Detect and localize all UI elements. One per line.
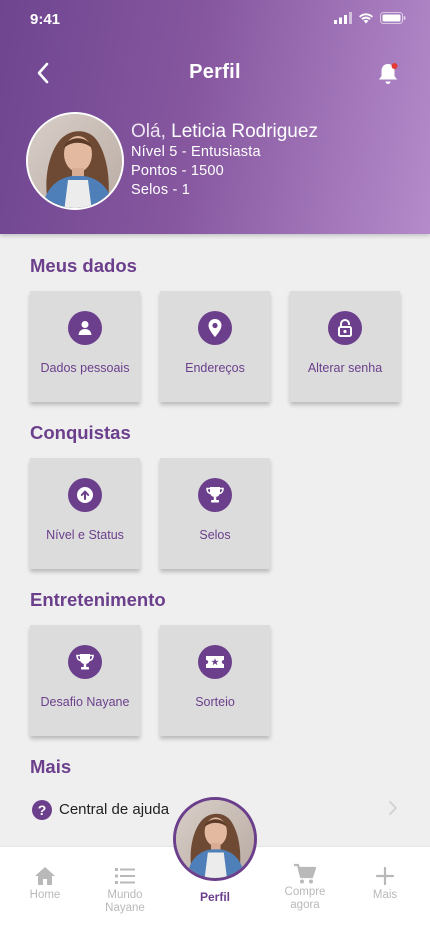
avatar-photo xyxy=(28,114,122,208)
card-label: Nível e Status xyxy=(46,528,124,542)
card-label: Selos xyxy=(199,528,231,542)
profile-avatar[interactable] xyxy=(26,112,124,210)
cart-icon xyxy=(294,863,317,884)
lock-icon xyxy=(328,311,362,345)
card-desafio-nayane[interactable]: Desafio Nayane xyxy=(30,625,140,736)
battery-icon xyxy=(380,12,406,24)
tab-mundo-label-2: Nayane xyxy=(105,902,145,914)
trophy-icon xyxy=(68,645,102,679)
greeting: Olá, Leticia Rodriguez xyxy=(131,121,318,143)
arrow-up-icon xyxy=(68,478,102,512)
tab-compre-label-1: Compre xyxy=(284,886,326,898)
user-points: Pontos - 1500 xyxy=(131,163,224,179)
bell-icon xyxy=(379,63,398,84)
notifications-button[interactable] xyxy=(376,61,400,87)
person-icon xyxy=(68,311,102,345)
home-icon xyxy=(35,867,55,885)
tab-mundo-label-1: Mundo xyxy=(107,889,143,901)
tab-mundo-nayane[interactable]: Mundo Nayane xyxy=(82,847,168,932)
tab-home-label: Home xyxy=(29,889,61,901)
signal-icon xyxy=(334,12,352,24)
tab-perfil-label: Perfil xyxy=(199,890,230,904)
tab-mais[interactable]: Mais xyxy=(342,847,428,932)
page-title: Perfil xyxy=(189,61,241,83)
status-icons xyxy=(334,12,406,24)
section-title-conquistas: Conquistas xyxy=(30,422,131,443)
card-selos[interactable]: Selos xyxy=(160,458,270,569)
trophy-icon xyxy=(198,478,232,512)
status-time: 9:41 xyxy=(30,11,61,28)
greeting-prefix: Olá, xyxy=(131,121,166,142)
ticket-icon xyxy=(198,645,232,679)
card-label: Desafio Nayane xyxy=(40,695,130,709)
location-pin-icon xyxy=(198,311,232,345)
card-label: Alterar senha xyxy=(307,361,383,375)
card-sorteio[interactable]: Sorteio xyxy=(160,625,270,736)
status-bar: 9:41 xyxy=(0,0,430,40)
user-level: Nível 5 - Entusiasta xyxy=(131,144,261,160)
user-seals: Selos - 1 xyxy=(131,182,191,198)
wifi-icon xyxy=(359,13,373,24)
plus-icon xyxy=(375,866,395,886)
help-center-label: Central de ajuda xyxy=(59,801,170,818)
tab-compre-agora[interactable]: Compre agora xyxy=(262,847,348,932)
chevron-right-icon xyxy=(388,800,398,821)
card-label: Sorteio xyxy=(195,695,235,709)
tab-perfil[interactable] xyxy=(173,797,257,881)
section-title-mais: Mais xyxy=(30,756,72,777)
avatar-photo xyxy=(176,800,254,878)
section-title-entretenimento: Entretenimento xyxy=(30,589,166,610)
user-name: Leticia Rodriguez xyxy=(171,121,318,142)
card-dados-pessoais[interactable]: Dados pessoais xyxy=(30,291,140,402)
question-icon: ? xyxy=(32,800,52,820)
card-label: Dados pessoais xyxy=(40,361,130,375)
tab-home[interactable]: Home xyxy=(2,847,88,932)
tab-compre-label-2: agora xyxy=(290,899,320,911)
profile-header: 9:41 Perfil Olá, Leticia Rodriguez Nível… xyxy=(0,0,430,234)
card-nivel-status[interactable]: Nível e Status xyxy=(30,458,140,569)
card-label: Endereços xyxy=(185,361,245,375)
list-icon xyxy=(115,868,135,884)
card-alterar-senha[interactable]: Alterar senha xyxy=(290,291,400,402)
section-title-meus-dados: Meus dados xyxy=(30,255,137,276)
tab-mais-label: Mais xyxy=(372,889,398,901)
card-enderecos[interactable]: Endereços xyxy=(160,291,270,402)
